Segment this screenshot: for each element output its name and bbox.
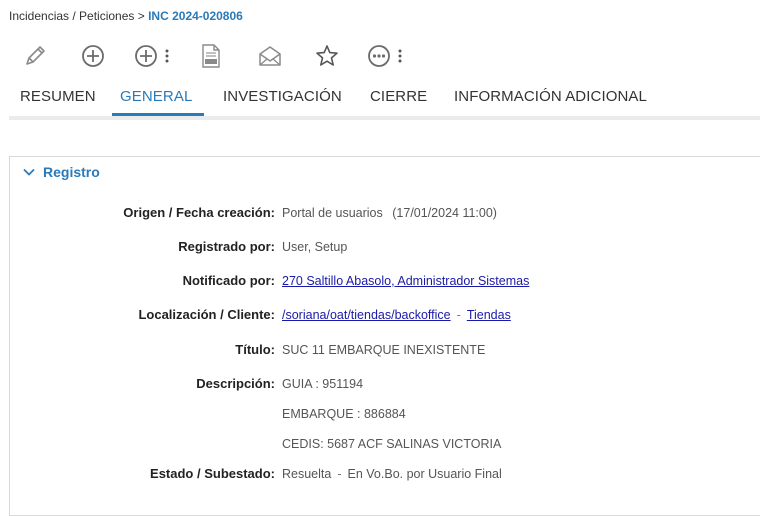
pdf-icon <box>202 44 220 68</box>
tab-resumen[interactable]: RESUMEN <box>12 88 108 116</box>
tab-cierre[interactable]: CIERRE <box>362 88 439 116</box>
field-label-localizacion: Localización / Cliente: <box>138 307 275 322</box>
description-line: EMBARQUE : 886884 <box>282 407 406 421</box>
kebab-icon <box>398 49 402 63</box>
separator: - <box>337 467 342 481</box>
tab-investigacion[interactable]: INVESTIGACIÓN <box>215 88 354 116</box>
add-menu-button[interactable] <box>133 42 169 70</box>
tab-label: INFORMACIÓN ADICIONAL <box>454 88 647 105</box>
description-line: CEDIS: 5687 ACF SALINAS VICTORIA <box>282 437 502 451</box>
field-value-localizacion: /soriana/oat/tiendas/backoffice - Tiendas <box>282 308 511 322</box>
favorite-button[interactable] <box>314 42 340 70</box>
field-value-estado: Resuelta - En Vo.Bo. por Usuario Final <box>282 467 502 481</box>
edit-button[interactable] <box>22 42 48 70</box>
field-label-descripcion: Descripción: <box>196 376 275 391</box>
breadcrumb: Incidencias / Peticiones > INC 2024-0208… <box>9 9 243 23</box>
star-icon <box>316 45 338 66</box>
section-header[interactable]: Registro <box>22 164 100 180</box>
field-value-titulo: SUC 11 EMBARQUE INEXISTENTE <box>282 343 486 357</box>
section-title: Registro <box>43 164 100 180</box>
breadcrumb-current: INC 2024-020806 <box>148 9 243 23</box>
description-line: GUIA : 951194 <box>282 377 364 391</box>
tab-informacion-adicional[interactable]: INFORMACIÓN ADICIONAL <box>446 88 659 116</box>
origen-value: Portal de usuarios <box>282 206 383 220</box>
field-label-origen: Origen / Fecha creación: <box>123 205 275 220</box>
more-button[interactable] <box>366 42 402 70</box>
field-value-origen: Portal de usuarios (17/01/2024 11:00) <box>282 206 497 220</box>
field-value-notificado: 270 Saltillo Abasolo, Administrador Sist… <box>282 274 529 288</box>
field-label-titulo: Título: <box>235 342 275 357</box>
field-label-estado: Estado / Subestado: <box>150 466 275 481</box>
tab-label: INVESTIGACIÓN <box>223 88 342 105</box>
pdf-button[interactable] <box>200 42 222 70</box>
tab-label: GENERAL <box>120 88 193 105</box>
field-value-registrado: User, Setup <box>282 240 348 254</box>
tab-bar: RESUMEN GENERAL INVESTIGACIÓN CIERRE INF… <box>0 84 760 116</box>
tab-label: CIERRE <box>370 88 428 105</box>
kebab-icon <box>165 49 169 63</box>
notificado-link[interactable]: 270 Saltillo Abasolo, Administrador Sist… <box>282 274 529 288</box>
tab-general[interactable]: GENERAL <box>112 88 205 116</box>
tabs-divider <box>9 116 760 120</box>
subestado-value: En Vo.Bo. por Usuario Final <box>347 467 502 481</box>
registro-panel: Registro Origen / Fecha creación: Portal… <box>9 156 760 516</box>
more-circle-menu-icon <box>368 45 390 67</box>
add-button[interactable] <box>80 42 106 70</box>
plus-circle-icon <box>82 45 104 67</box>
field-label-notificado: Notificado por: <box>182 273 275 288</box>
plus-circle-menu-icon <box>135 45 157 67</box>
envelope-icon <box>259 46 281 66</box>
creation-date: (17/01/2024 11:00) <box>392 206 497 220</box>
cliente-link[interactable]: Tiendas <box>467 308 511 322</box>
separator: - <box>456 308 461 322</box>
pencil-icon <box>26 46 45 65</box>
email-button[interactable] <box>257 42 283 70</box>
estado-value: Resuelta <box>282 467 332 481</box>
localizacion-link[interactable]: /soriana/oat/tiendas/backoffice <box>282 308 451 322</box>
chevron-down-icon <box>23 168 35 176</box>
breadcrumb-path[interactable]: Incidencias / Peticiones > <box>9 9 145 23</box>
tab-label: RESUMEN <box>20 88 96 105</box>
field-label-registrado: Registrado por: <box>178 239 275 254</box>
